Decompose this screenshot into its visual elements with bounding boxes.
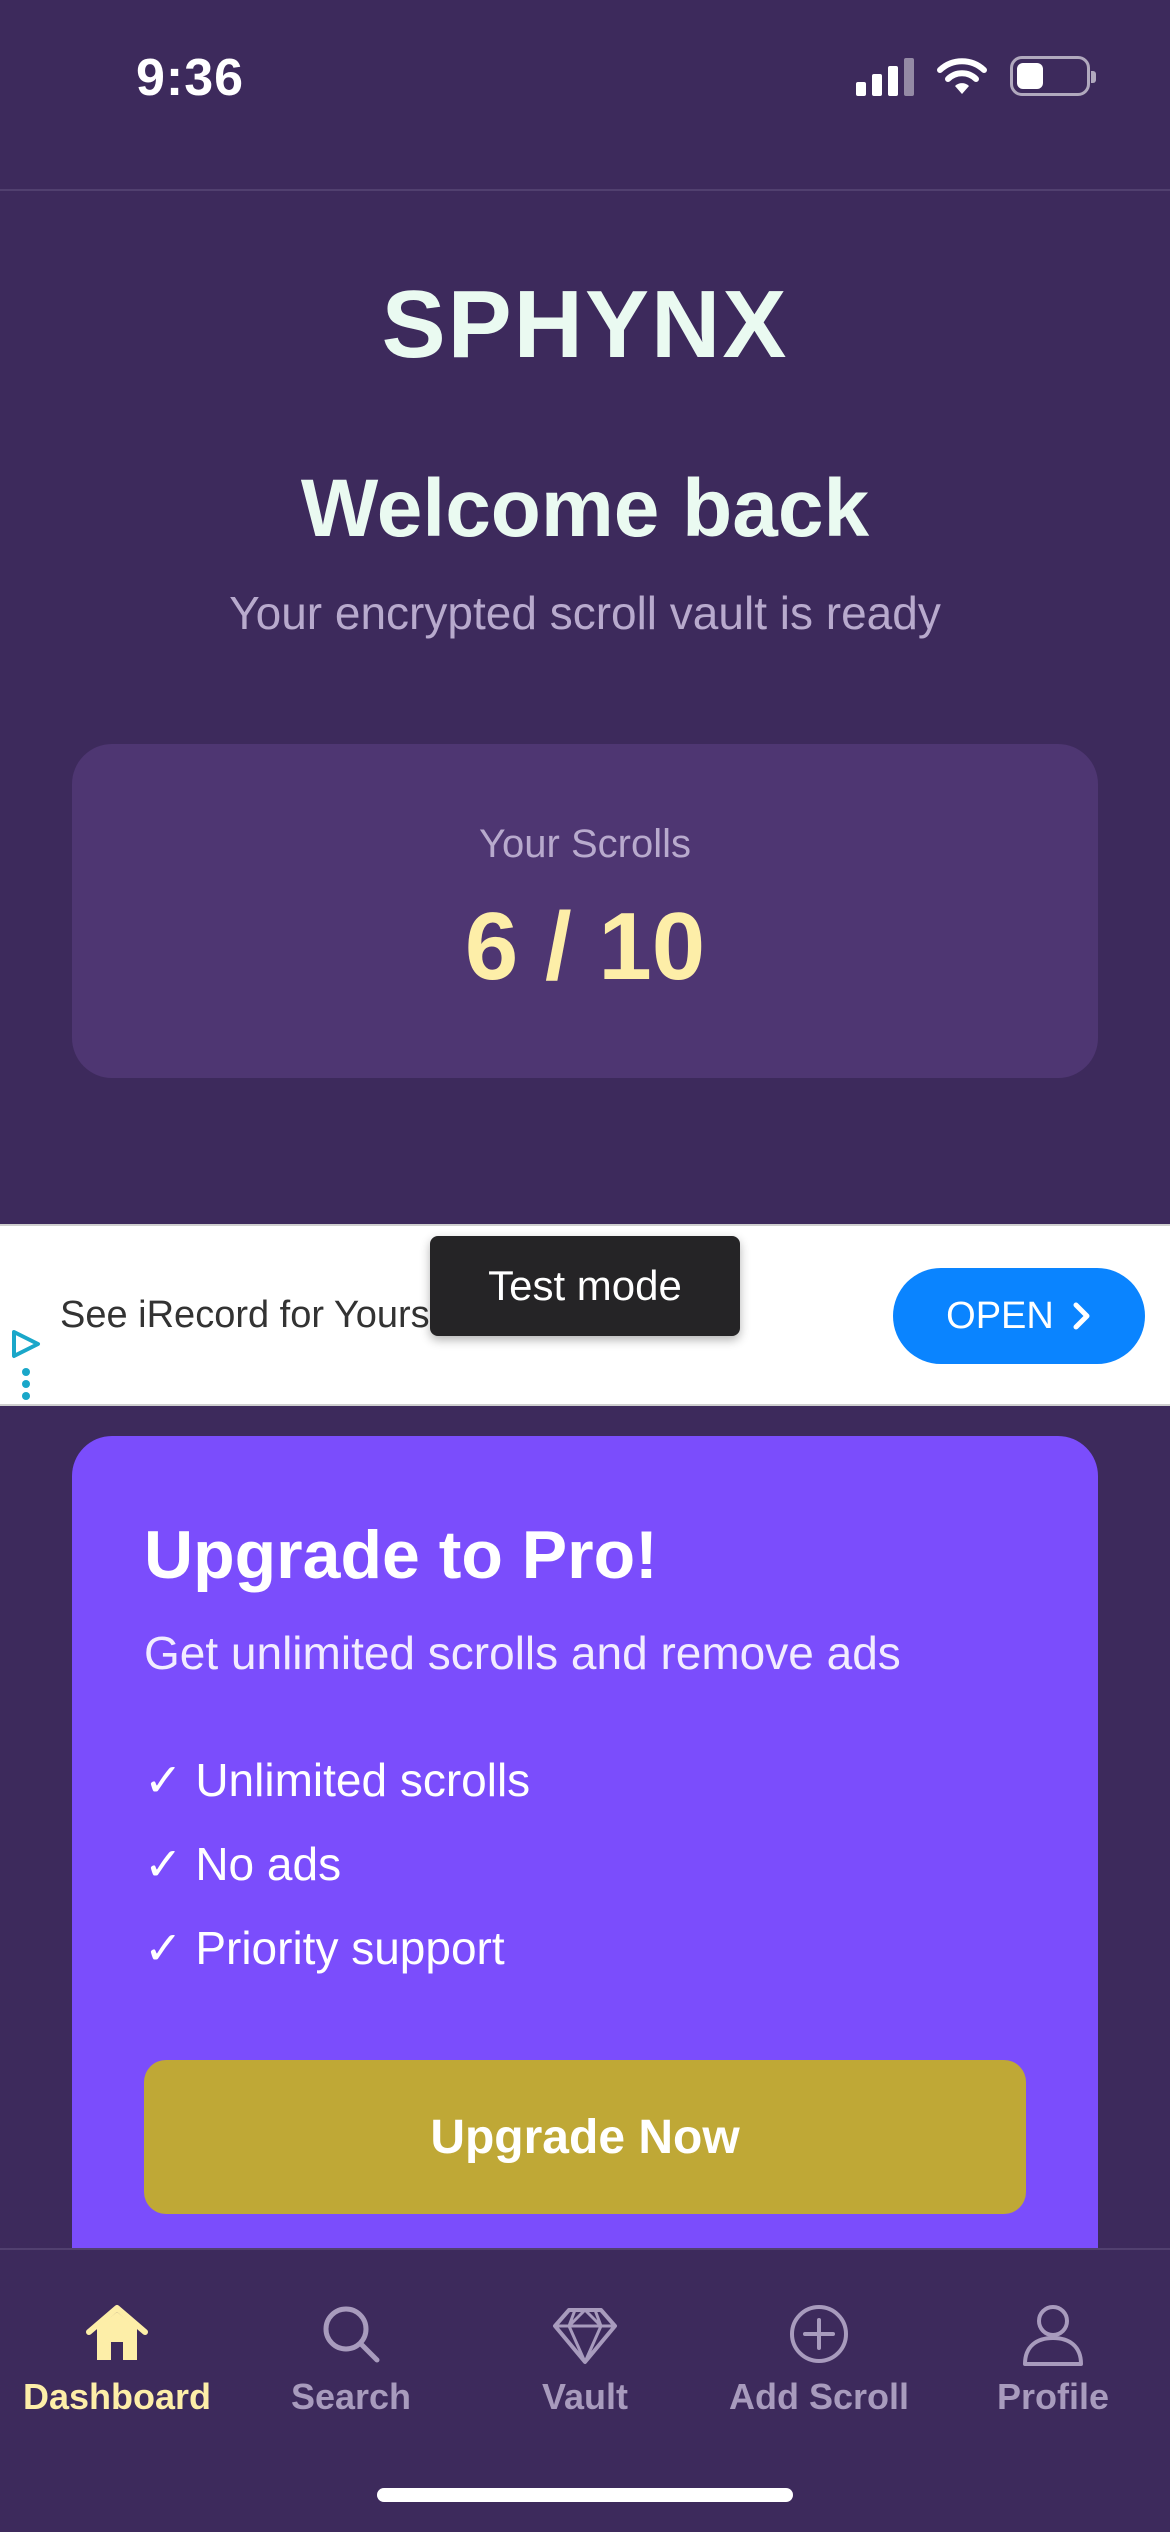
upgrade-now-button[interactable]: Upgrade Now (144, 2060, 1026, 2214)
scroll-count-label: Your Scrolls (479, 822, 691, 866)
tab-label: Vault (541, 2376, 629, 2417)
tab-search[interactable]: Search (234, 2298, 468, 2418)
scroll-count-value: 6 / 10 (464, 893, 706, 1000)
pro-feature-item: ✓ Priority support (144, 1922, 505, 1974)
upgrade-pro-card: Upgrade to Pro! Get unlimited scrolls an… (72, 1436, 1098, 2256)
chevron-right-icon (1073, 1302, 1090, 1330)
tab-label: Dashboard (22, 2376, 212, 2417)
status-time: 9:36 (136, 49, 245, 107)
tab-label: Add Scroll (728, 2376, 910, 2417)
tab-profile[interactable]: Profile (936, 2298, 1170, 2418)
header-divider (0, 189, 1170, 191)
tab-dashboard[interactable]: Dashboard (0, 2298, 234, 2418)
tab-vault[interactable]: Vault (468, 2298, 702, 2418)
ad-text[interactable]: See iRecord for Yours (60, 1294, 440, 1337)
welcome-heading: Welcome back (300, 463, 870, 554)
pro-card-subtitle: Get unlimited scrolls and remove ads (144, 1627, 901, 1679)
app-title: SPHYNX (381, 271, 789, 378)
status-icons (856, 56, 1096, 96)
pro-feature-item: ✓ No ads (144, 1838, 342, 1890)
diamond-icon (553, 2308, 617, 2364)
status-bar: 9:36 (0, 0, 1170, 190)
search-icon (323, 2306, 380, 2363)
home-indicator[interactable] (377, 2488, 793, 2502)
ad-open-button[interactable]: OPEN (893, 1268, 1145, 1364)
plus-circle-icon (790, 2305, 848, 2363)
pro-features-list: ✓ Unlimited scrolls ✓ No ads ✓ Priority … (144, 1738, 530, 1990)
user-icon (1023, 2305, 1083, 2366)
battery-icon (1010, 56, 1096, 96)
wifi-icon (937, 58, 987, 94)
welcome-subtitle: Your encrypted scroll vault is ready (229, 587, 941, 639)
pro-feature-item: ✓ Unlimited scrolls (144, 1754, 531, 1806)
home-icon (86, 2305, 148, 2360)
adchoices-icon[interactable] (8, 1320, 44, 1400)
scroll-count-card: Your Scrolls 6 / 10 (72, 744, 1098, 1078)
ad-open-label: OPEN (946, 1294, 1054, 1337)
pro-card-title: Upgrade to Pro! (144, 1517, 658, 1593)
tab-add-scroll[interactable]: Add Scroll (702, 2298, 936, 2418)
tab-label: Search (290, 2376, 412, 2417)
test-mode-badge: Test mode (430, 1236, 740, 1336)
tab-label: Profile (996, 2376, 1110, 2417)
cellular-signal-icon (856, 56, 914, 96)
